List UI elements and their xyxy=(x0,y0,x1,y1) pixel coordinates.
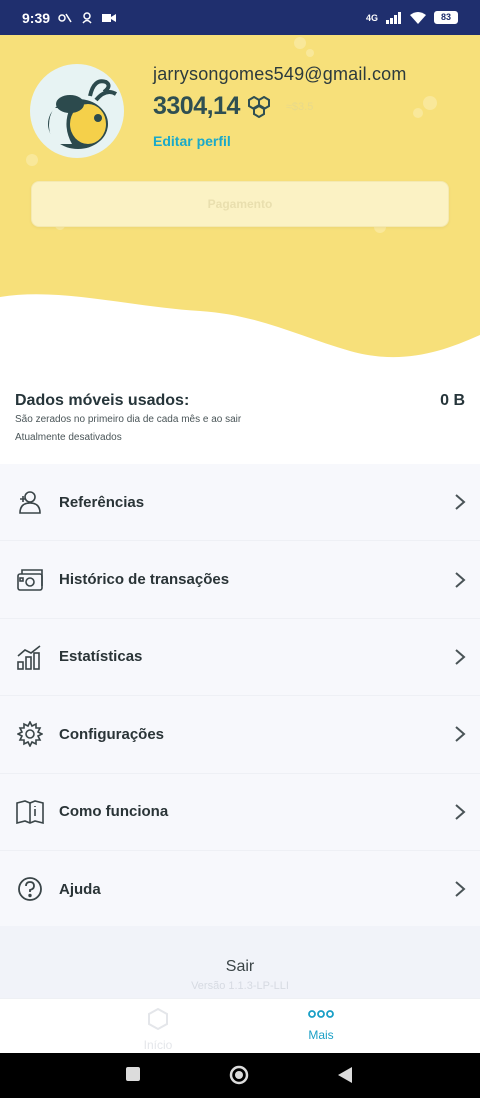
menu-item-label: Como funciona xyxy=(59,803,169,821)
bottom-nav: Início Mais xyxy=(0,998,480,1053)
nav-more[interactable]: Mais xyxy=(281,1007,361,1042)
balance-value: 3304,14 xyxy=(153,92,240,120)
data-usage-value: 0 B xyxy=(440,392,465,409)
data-usage-status: Atualmente desativados xyxy=(15,432,122,443)
balance-row: 3304,14 ≈$3.5 xyxy=(153,92,313,121)
help-icon xyxy=(15,874,45,904)
app-version: Versão 1.1.3-LP-LLI xyxy=(191,980,289,992)
honeycomb-icon xyxy=(247,95,270,118)
menu-item-label: Configurações xyxy=(59,725,165,743)
menu-item-how-it-works[interactable]: Como funciona xyxy=(0,774,480,851)
nav-home[interactable]: Início xyxy=(118,1007,198,1052)
payment-button[interactable]: Pagamento xyxy=(31,181,449,227)
chevron-right-icon xyxy=(455,494,466,510)
menu-item-statistics[interactable]: Estatísticas xyxy=(0,619,480,697)
menu-item-label: Histórico de transações xyxy=(59,571,230,589)
signal-icon xyxy=(386,11,401,24)
chevron-right-icon xyxy=(455,881,466,897)
menu-item-help[interactable]: Ajuda xyxy=(0,851,480,929)
menu-item-label: Referências xyxy=(59,493,145,511)
avatar[interactable] xyxy=(30,64,124,158)
menu-item-settings[interactable]: Configurações xyxy=(0,696,480,774)
back-icon[interactable] xyxy=(337,1066,353,1084)
chart-icon xyxy=(15,642,45,672)
logout-section: Sair Versão 1.1.3-LP-LLI xyxy=(0,926,480,998)
menu-item-transactions[interactable]: Histórico de transações xyxy=(0,541,480,619)
referrals-icon xyxy=(15,487,45,517)
menu-item-label: Ajuda xyxy=(59,880,101,898)
wifi-icon xyxy=(410,11,426,24)
chevron-right-icon xyxy=(455,726,466,743)
recents-icon[interactable] xyxy=(125,1066,141,1082)
more-dots-icon xyxy=(308,1010,334,1018)
bee-logo-icon xyxy=(48,79,118,149)
app-notification-icon xyxy=(82,11,92,23)
data-usage-note: São zerados no primeiro dia de cada mês … xyxy=(15,414,242,425)
nav-home-label: Início xyxy=(143,1038,173,1052)
payment-button-label: Pagamento xyxy=(207,197,273,211)
hexagon-icon xyxy=(148,1007,168,1031)
chevron-right-icon xyxy=(455,571,466,588)
chevron-right-icon xyxy=(455,803,466,820)
menu-item-referrals[interactable]: Referências xyxy=(0,464,480,542)
video-icon xyxy=(102,13,117,22)
system-nav-bar xyxy=(0,1053,480,1098)
status-bar: 9:39 4G 83 xyxy=(0,0,480,35)
wallet-icon xyxy=(15,565,45,595)
home-icon[interactable] xyxy=(229,1065,249,1085)
gear-icon xyxy=(15,719,45,749)
nav-more-label: Mais xyxy=(308,1028,334,1042)
status-time: 9:39 xyxy=(22,9,51,26)
chevron-right-icon xyxy=(455,649,466,665)
balance-usd: ≈$3.5 xyxy=(285,100,314,113)
user-email: jarrysongomes549@gmail.com xyxy=(153,64,407,84)
menu-item-label: Estatísticas xyxy=(59,648,143,666)
data-usage-title: Dados móveis usados: xyxy=(15,392,190,409)
battery-icon: 83 xyxy=(434,11,458,24)
data-usage-section: Dados móveis usados: 0 B São zerados no … xyxy=(15,392,465,443)
menu-list: Referências Histórico de transações Esta… xyxy=(0,464,480,929)
book-icon xyxy=(15,797,45,827)
logout-button[interactable]: Sair xyxy=(0,958,480,976)
edit-profile-link[interactable]: Editar perfil xyxy=(153,133,231,149)
notification-icon xyxy=(58,13,72,22)
network-type: 4G xyxy=(365,12,378,23)
